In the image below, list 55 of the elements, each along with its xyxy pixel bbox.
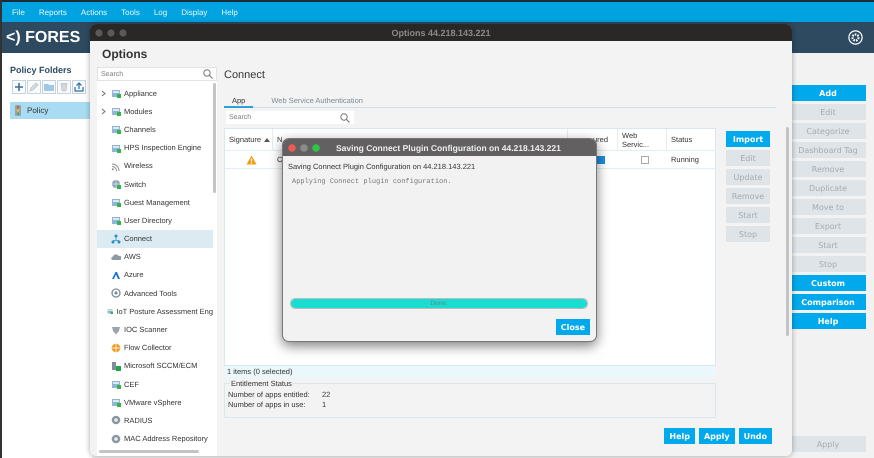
close-button[interactable]: Close bbox=[556, 319, 590, 335]
warning-icon bbox=[246, 154, 256, 164]
plus-icon[interactable] bbox=[13, 81, 25, 93]
checkbox[interactable] bbox=[640, 156, 648, 164]
circle-icon bbox=[111, 415, 121, 426]
side-button[interactable]: Comparison bbox=[790, 294, 866, 310]
side-button[interactable]: Custom bbox=[790, 275, 866, 291]
section-title: Connect bbox=[224, 68, 266, 81]
checkbox[interactable] bbox=[597, 156, 605, 164]
sort-arrow-icon bbox=[264, 138, 270, 142]
network-icon bbox=[111, 234, 121, 244]
dialog-title: Saving Connect Plugin Configuration on 44.218.143.221 bbox=[336, 142, 561, 152]
module-icon bbox=[111, 106, 121, 116]
settings-icon bbox=[848, 30, 863, 45]
peak-icon bbox=[111, 270, 121, 280]
traffic-light-icon bbox=[15, 105, 21, 116]
logo: <) FORES bbox=[6, 28, 80, 46]
server-icon bbox=[111, 360, 121, 371]
menu-item[interactable]: Help bbox=[221, 8, 238, 16]
search-icon bbox=[340, 113, 350, 123]
menu-item[interactable]: Tools bbox=[121, 8, 140, 16]
module-icon bbox=[111, 197, 121, 208]
action-button[interactable]: Import bbox=[726, 131, 770, 147]
folder-label: Policy bbox=[27, 106, 48, 115]
wifi-icon bbox=[111, 160, 121, 171]
side-button[interactable]: Add bbox=[790, 85, 866, 101]
side-button[interactable]: Help bbox=[790, 313, 866, 329]
upload-icon[interactable] bbox=[73, 81, 85, 93]
footer-button[interactable]: Undo bbox=[738, 428, 772, 444]
module-icon bbox=[111, 88, 121, 98]
menu-item[interactable]: Actions bbox=[80, 8, 108, 16]
panel-title: Policy Folders bbox=[10, 65, 73, 75]
window-title: Options 44.218.143.221 bbox=[390, 28, 492, 38]
shield-icon bbox=[111, 324, 121, 335]
module-icon bbox=[111, 397, 121, 408]
menu-item[interactable]: Log bbox=[154, 8, 168, 16]
menu-item[interactable]: Reports bbox=[38, 8, 67, 16]
module-icon bbox=[111, 124, 121, 134]
cloud-icon bbox=[111, 252, 121, 262]
module-icon bbox=[111, 142, 121, 153]
window-heading: Options bbox=[101, 46, 148, 63]
module-icon bbox=[107, 306, 114, 316]
module-icon bbox=[111, 215, 121, 226]
circle-icon bbox=[111, 434, 121, 444]
search-icon bbox=[203, 69, 213, 79]
menu-item[interactable]: Display bbox=[181, 8, 208, 16]
folder-item[interactable]: Policy bbox=[10, 102, 92, 119]
globe-icon bbox=[111, 342, 121, 353]
folder-icon[interactable] bbox=[43, 81, 55, 93]
footer-button[interactable]: Help bbox=[664, 428, 695, 444]
module-icon bbox=[111, 379, 121, 390]
menu-item[interactable]: File bbox=[12, 8, 25, 16]
ring-icon bbox=[111, 288, 121, 298]
globe-icon bbox=[111, 179, 121, 190]
footer-button[interactable]: Apply bbox=[698, 428, 735, 444]
